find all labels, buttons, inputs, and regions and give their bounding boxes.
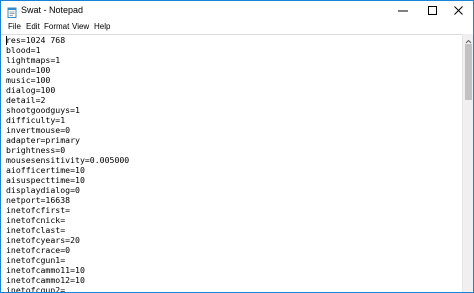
window-title: Swat - Notepad [21, 5, 84, 15]
minimize-button[interactable] [389, 1, 417, 20]
text-line: displaydialog=0 [6, 185, 80, 195]
close-icon [454, 6, 463, 15]
text-line: blood=1 [6, 45, 41, 55]
title-bar[interactable]: Swat - Notepad [1, 1, 473, 20]
text-line: inetofcfirst= [6, 205, 71, 215]
menu-file[interactable]: File [8, 20, 21, 33]
text-line: inetofclast= [6, 225, 66, 235]
text-line: music=100 [6, 75, 51, 85]
text-line: inetofcgun2= [6, 285, 66, 293]
text-line: inetofcgun1= [6, 255, 66, 265]
maximize-icon [428, 6, 437, 15]
text-line: adapter=primary [6, 135, 80, 145]
text-line: aisuspecttime=10 [6, 175, 85, 185]
menu-format[interactable]: Format [44, 20, 69, 33]
scrollbar-thumb[interactable] [465, 44, 472, 100]
menu-edit[interactable]: Edit [26, 20, 40, 33]
menu-help[interactable]: Help [94, 20, 110, 33]
text-line: inetofcammo12=10 [6, 275, 85, 285]
text-line: aiofficertime=10 [6, 165, 85, 175]
notepad-icon [7, 5, 17, 18]
maximize-button[interactable] [419, 1, 447, 20]
text-line: netport=16638 [6, 195, 71, 205]
vertical-scrollbar[interactable] [462, 34, 473, 292]
text-line: mousesensitivity=0.005000 [6, 155, 130, 165]
scroll-up-button[interactable] [463, 34, 473, 44]
menu-bar: File Edit Format View Help [1, 20, 473, 33]
text-line: res=1024 768 [6, 35, 66, 45]
notepad-window: Swat - Notepad File Edit Format View Hel… [0, 0, 474, 293]
text-line: difficulty=1 [6, 115, 66, 125]
minimize-icon [398, 10, 408, 12]
text-line: lightmaps=1 [6, 55, 61, 65]
text-line: inetofcrace=0 [6, 245, 71, 255]
text-line: sound=100 [6, 65, 51, 75]
text-line: inetofcyears=20 [6, 235, 80, 245]
text-line: shootgoodguys=1 [6, 105, 80, 115]
text-line: dialog=100 [6, 85, 56, 95]
text-line: inetofcnick= [6, 215, 66, 225]
text-editor[interactable]: res=1024 768 blood=1 lightmaps=1 sound=1… [1, 34, 462, 293]
menu-view[interactable]: View [72, 20, 89, 33]
close-button[interactable] [445, 1, 473, 20]
text-line: detail=2 [6, 95, 46, 105]
text-line: brightness=0 [6, 145, 66, 155]
text-line: invertmouse=0 [6, 125, 71, 135]
text-line: inetofcammo11=10 [6, 265, 85, 275]
